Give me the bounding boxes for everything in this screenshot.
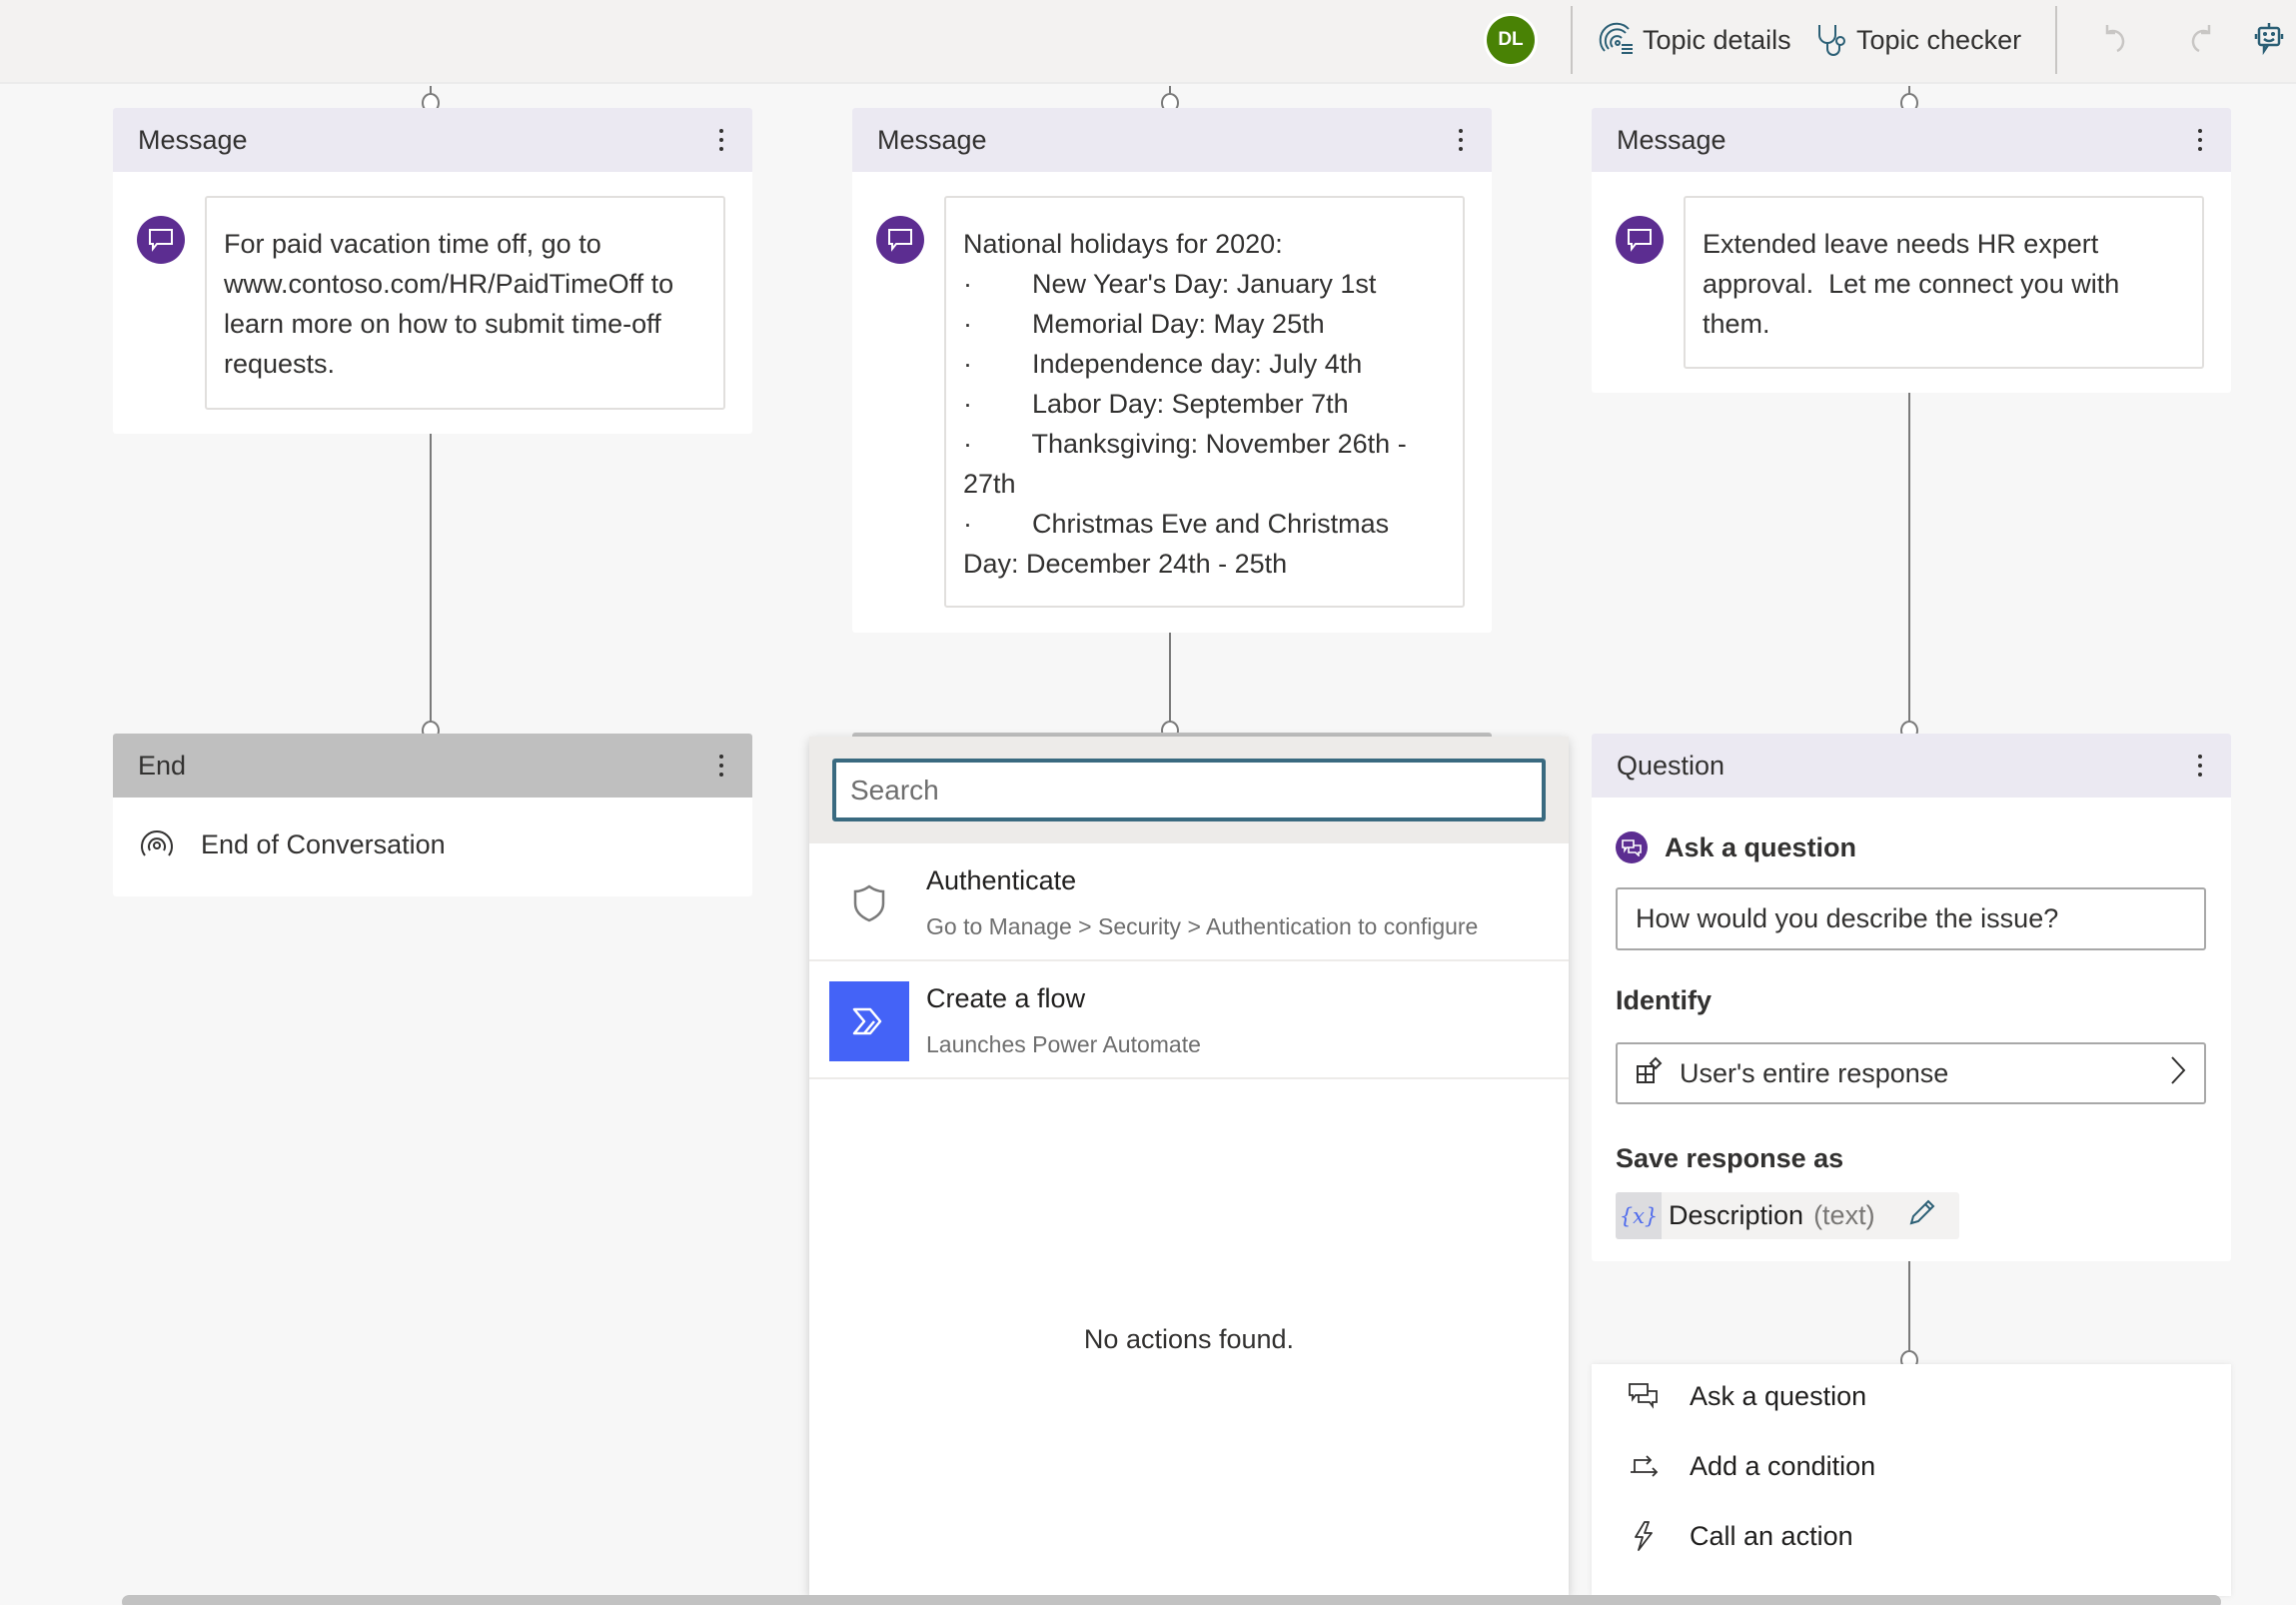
identify-select[interactable]: User's entire response xyxy=(1616,1042,2206,1104)
user-avatar[interactable]: DL xyxy=(1487,16,1535,64)
menu-item-call-action[interactable]: Call an action xyxy=(1628,1520,1853,1552)
identify-value: User's entire response xyxy=(1680,1057,1949,1088)
variable-type: (text) xyxy=(1813,1200,1875,1230)
condition-icon xyxy=(1628,1450,1660,1482)
variable-chip[interactable]: {x} Description (text) xyxy=(1616,1192,1959,1239)
message-node-1[interactable]: Message For paid vacation time off, go t… xyxy=(113,108,752,434)
menu-item-label: Call an action xyxy=(1690,1520,1853,1551)
bot-icon xyxy=(2253,21,2285,60)
action-item-create-flow[interactable]: Create a flow Launches Power Automate xyxy=(809,961,1569,1079)
chevron-right-icon xyxy=(2170,1055,2186,1092)
node-title: Message xyxy=(138,124,248,155)
toolbar-divider xyxy=(2055,6,2057,74)
topic-details-icon xyxy=(1599,21,1637,59)
more-options-button[interactable] xyxy=(706,120,736,160)
undo-button[interactable] xyxy=(2098,20,2138,60)
question-node[interactable]: Question Ask a question Identify User's … xyxy=(1592,734,2231,1261)
message-bubble-icon xyxy=(1616,216,1664,264)
top-toolbar: DL Topic details Topic checker xyxy=(0,0,2296,84)
node-header: Message xyxy=(113,108,752,172)
end-item-label: End of Conversation xyxy=(201,829,446,859)
action-title: Create a flow xyxy=(926,983,1086,1013)
menu-item-ask-question[interactable]: Ask a question xyxy=(1628,1380,1866,1412)
node-title: Message xyxy=(877,124,987,155)
stethoscope-icon xyxy=(1814,21,1850,59)
empty-state-message: No actions found. xyxy=(1083,1324,1295,1354)
node-header: Question xyxy=(1592,734,2231,798)
message-node-2[interactable]: Message National holidays for 2020: · Ne… xyxy=(852,108,1492,633)
more-options-button[interactable] xyxy=(2185,120,2215,160)
message-text[interactable]: National holidays for 2020: · New Year's… xyxy=(944,196,1465,608)
menu-item-label: Ask a question xyxy=(1690,1380,1867,1411)
connector-line xyxy=(1908,1261,1910,1353)
save-response-label: Save response as xyxy=(1616,1143,1844,1173)
connector-line xyxy=(430,434,432,724)
action-search-input[interactable] xyxy=(832,759,1546,821)
redo-icon xyxy=(2183,21,2213,60)
menu-item-label: Add a condition xyxy=(1690,1450,1876,1481)
variable-name: Description xyxy=(1669,1200,1804,1230)
toolbar-divider xyxy=(1571,6,1573,74)
more-options-button[interactable] xyxy=(706,746,736,786)
menu-item-add-condition[interactable]: Add a condition xyxy=(1628,1450,1875,1482)
action-picker-panel: Authenticate Go to Manage > Security > A… xyxy=(809,737,1569,1596)
end-of-conversation: End of Conversation xyxy=(137,823,446,866)
bot-test-button[interactable] xyxy=(2249,20,2289,60)
variable-icon: {x} xyxy=(1616,1192,1662,1239)
more-options-button[interactable] xyxy=(2185,746,2215,786)
ask-question-icon xyxy=(1628,1380,1660,1412)
message-node-3[interactable]: Message Extended leave needs HR expert a… xyxy=(1592,108,2231,393)
end-conversation-icon xyxy=(137,823,177,866)
horizontal-scrollbar[interactable] xyxy=(122,1595,2221,1605)
identify-label: Identify xyxy=(1616,985,1713,1015)
shield-icon xyxy=(829,863,909,943)
node-title: Question xyxy=(1617,750,1725,781)
undo-icon xyxy=(2103,21,2133,60)
action-subtitle: Go to Manage > Security > Authentication… xyxy=(926,913,1479,939)
redo-button[interactable] xyxy=(2178,20,2218,60)
node-title: Message xyxy=(1617,124,1726,155)
action-title: Authenticate xyxy=(926,865,1077,895)
pencil-icon[interactable] xyxy=(1907,1197,1937,1234)
picker-search-area xyxy=(809,737,1569,843)
message-text[interactable]: Extended leave needs HR expert approval.… xyxy=(1684,196,2204,369)
question-icon xyxy=(1616,831,1648,863)
topic-checker-button[interactable]: Topic checker xyxy=(1814,18,2021,62)
topic-checker-label: Topic checker xyxy=(1856,24,2022,55)
power-automate-icon xyxy=(829,981,909,1061)
question-text-input[interactable] xyxy=(1616,887,2206,950)
message-bubble-icon xyxy=(876,216,924,264)
action-subtitle: Launches Power Automate xyxy=(926,1031,1201,1057)
connector-line xyxy=(1908,393,1910,724)
topic-details-label: Topic details xyxy=(1643,24,1791,55)
node-header: Message xyxy=(1592,108,2231,172)
node-header: Message xyxy=(852,108,1492,172)
lightning-icon xyxy=(1628,1520,1660,1552)
entity-icon xyxy=(1636,1056,1664,1091)
ask-question-label: Ask a question xyxy=(1665,831,1857,862)
topic-details-button[interactable]: Topic details xyxy=(1599,18,1791,62)
add-node-menu: Ask a question Add a condition Call an a… xyxy=(1592,1364,2231,1596)
message-bubble-icon xyxy=(137,216,185,264)
node-header: End xyxy=(113,734,752,798)
more-options-button[interactable] xyxy=(1446,120,1476,160)
action-item-authenticate[interactable]: Authenticate Go to Manage > Security > A… xyxy=(809,843,1569,961)
node-title: End xyxy=(138,750,187,781)
message-text[interactable]: For paid vacation time off, go to www.co… xyxy=(205,196,725,410)
ask-question-heading: Ask a question xyxy=(1616,831,1856,863)
connector-line xyxy=(1169,633,1171,725)
end-node[interactable]: End End of Conversation xyxy=(113,734,752,896)
